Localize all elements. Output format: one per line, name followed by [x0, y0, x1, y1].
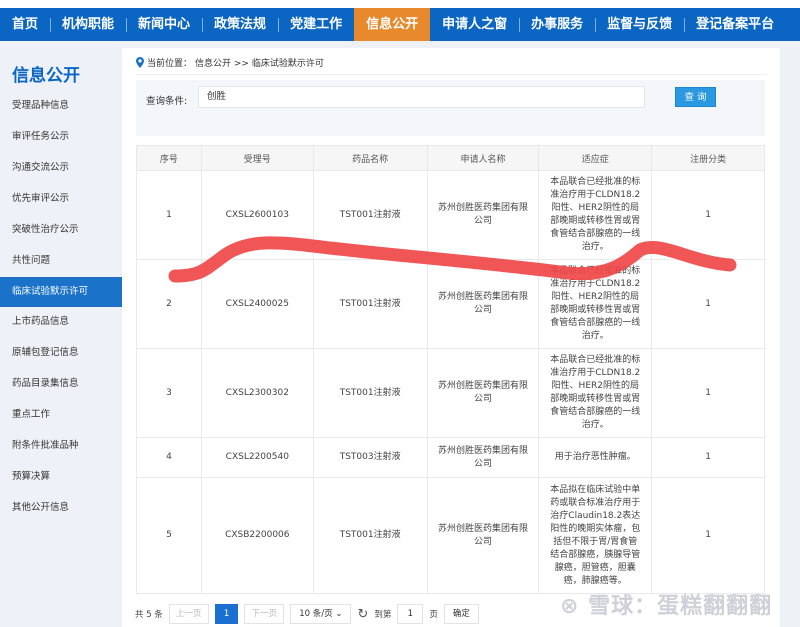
table-cell: 苏州创胜医药集团有限公司: [426, 437, 540, 478]
nav-item[interactable]: 监督与反馈: [595, 8, 684, 41]
search-label: 查询条件:: [146, 96, 188, 107]
main-nav: 首页 机构职能 新闻中心 政策法规 党建工作 信息公开 申请人之窗 办事服务 监督与反馈 登记备案…: [0, 8, 800, 41]
prev-page-button[interactable]: 上一页: [168, 604, 209, 624]
breadcrumb-label: 当前位置：: [147, 59, 193, 69]
sidebar-item[interactable]: 药品目录集信息: [0, 369, 122, 399]
search-button[interactable]: 查 询: [675, 87, 716, 107]
nav-item[interactable]: 政策法规: [202, 8, 278, 41]
table-cell: 1: [136, 170, 202, 260]
total-count: 共 5 条: [135, 610, 163, 620]
results-table: 序号 受理号 药品名称 申请人名称 适应症 注册分类 1 CXSL2600103 TST001…: [136, 145, 765, 594]
page-button-current[interactable]: 1: [214, 604, 239, 624]
main-content: 当前位置： 信息公开 >> 临床试验默示许可 查询条件: 创胜 查 询 序号 受理…: [122, 48, 780, 627]
table-cell: TST001注射液: [312, 348, 428, 438]
sidebar-item[interactable]: 临床试验默示许可: [0, 277, 122, 307]
table-cell: 苏州创胜医药集团有限公司: [426, 477, 540, 594]
sidebar: 信息公开 受理品种信息 审评任务公示 沟通交流公示 优先审评公示 突破性治疗公示 共性问题…: [0, 41, 122, 627]
sidebar-item[interactable]: 突破性治疗公示: [0, 215, 122, 245]
table-cell: TST001注射液: [312, 259, 428, 349]
sidebar-item[interactable]: 预算决算: [0, 462, 122, 492]
table-cell: 1: [651, 437, 765, 478]
table-row: 1 CXSL2600103 TST001注射液 苏州创胜医药集团有限公司 本品联合已经批…: [136, 170, 765, 260]
location-pin-icon: [136, 57, 144, 68]
nav-item[interactable]: 登记备案平台: [684, 8, 786, 41]
nav-item[interactable]: 首页: [0, 8, 50, 41]
table-cell: 苏州创胜医药集团有限公司: [426, 348, 540, 438]
table-cell: 苏州创胜医药集团有限公司: [426, 170, 540, 260]
nav-item[interactable]: 党建工作: [278, 8, 354, 41]
table-row: 5 CXSB2200006 TST001注射液 苏州创胜医药集团有限公司 本品拟在临床试…: [136, 477, 765, 594]
sidebar-item[interactable]: 审评任务公示: [0, 122, 122, 152]
table-cell: 1: [651, 259, 765, 349]
table-cell: 本品拟在临床试验中单药或联合标准治疗用于治疗Claudin18.2表达阳性的晚期…: [538, 477, 653, 594]
sidebar-item[interactable]: 共性问题: [0, 246, 122, 276]
table-cell: 本品联合已经批准的标准治疗用于CLDN18.2阳性、HER2阴性的局部晚期或转移…: [538, 259, 653, 349]
table-cell: CXSL2200540: [200, 437, 314, 478]
page-unit-label: 页: [429, 610, 438, 620]
nav-item[interactable]: 申请人之窗: [430, 8, 519, 41]
breadcrumb-path[interactable]: 信息公开 >> 临床试验默示许可: [195, 56, 324, 69]
pagination: 共 5 条 上一页 1 下一页 10 条/页 ⌄ ↻ 到第 1 页 确定: [135, 604, 479, 624]
sidebar-title: 信息公开: [12, 66, 80, 86]
table-cell: 1: [651, 477, 765, 594]
table-cell: TST001注射液: [312, 170, 428, 260]
column-header: 药品名称: [312, 145, 428, 171]
next-page-button[interactable]: 下一页: [244, 604, 285, 624]
table-cell: 2: [136, 259, 202, 349]
table-cell: 5: [136, 477, 202, 594]
table-cell: TST001注射液: [312, 477, 428, 594]
watermark: ⊗ 雪球：蛋糕翻翻翻: [560, 588, 772, 620]
search-input[interactable]: 创胜: [198, 86, 645, 108]
sidebar-item[interactable]: 其他公开信息: [0, 493, 122, 523]
goto-page-input[interactable]: 1: [397, 604, 424, 624]
nav-item[interactable]: 新闻中心: [126, 8, 202, 41]
column-header: 注册分类: [651, 145, 765, 171]
divider: [136, 74, 766, 75]
sidebar-item[interactable]: 优先审评公示: [0, 184, 122, 214]
chevron-down-icon: ⌄: [335, 609, 343, 619]
table-cell: 3: [136, 348, 202, 438]
column-header: 申请人名称: [426, 145, 540, 171]
table-cell: 1: [651, 170, 765, 260]
table-cell: 1: [651, 348, 765, 438]
sidebar-item[interactable]: 附条件批准品种: [0, 431, 122, 461]
table-row: 4 CXSL2200540 TST003注射液 苏州创胜医药集团有限公司 用于治疗恶性肿…: [136, 437, 765, 478]
search-panel: 查询条件: 创胜 查 询: [136, 80, 765, 136]
table-cell: 用于治疗恶性肿瘤。: [538, 437, 653, 478]
column-header: 序号: [136, 145, 202, 171]
sidebar-item[interactable]: 重点工作: [0, 400, 122, 430]
table-cell: CXSB2200006: [200, 477, 314, 594]
table-cell: 苏州创胜医药集团有限公司: [426, 259, 540, 349]
table-cell: CXSL2400025: [200, 259, 314, 349]
watermark-logo-icon: ⊗: [560, 594, 580, 619]
nav-item[interactable]: 信息公开: [354, 8, 431, 41]
goto-label: 到第: [374, 610, 392, 620]
sidebar-item[interactable]: 沟通交流公示: [0, 153, 122, 183]
table-cell: 4: [136, 437, 202, 478]
table-row: 2 CXSL2400025 TST001注射液 苏州创胜医药集团有限公司 本品联合已经批…: [136, 259, 765, 349]
table-row: 3 CXSL2300302 TST001注射液 苏州创胜医药集团有限公司 本品联合已经批…: [136, 348, 765, 438]
column-header: 适应症: [538, 145, 653, 171]
page-size-value: 10 条/页: [299, 609, 333, 619]
column-header: 受理号: [200, 145, 314, 171]
table-cell: 本品联合已经批准的标准治疗用于CLDN18.2阳性、HER2阴性的局部晚期或转移…: [538, 348, 653, 438]
nav-item[interactable]: 办事服务: [519, 8, 595, 41]
page-size-select[interactable]: 10 条/页 ⌄: [290, 604, 352, 624]
table-cell: 本品联合已经批准的标准治疗用于CLDN18.2阳性、HER2阴性的局部晚期或转移…: [538, 170, 653, 260]
watermark-text: 雪球：蛋糕翻翻翻: [588, 594, 773, 619]
confirm-button[interactable]: 确定: [443, 604, 479, 624]
sidebar-item[interactable]: 原辅包登记信息: [0, 338, 122, 368]
nav-item[interactable]: 机构职能: [50, 8, 126, 41]
table-cell: TST003注射液: [312, 437, 428, 478]
table-cell: CXSL2300302: [200, 348, 314, 438]
breadcrumb: 当前位置： 信息公开 >> 临床试验默示许可: [136, 56, 324, 69]
sidebar-item[interactable]: 受理品种信息: [0, 91, 122, 121]
refresh-icon[interactable]: ↻: [357, 607, 368, 622]
sidebar-item[interactable]: 上市药品信息: [0, 307, 122, 337]
table-cell: CXSL2600103: [200, 170, 314, 260]
top-strip: [0, 0, 800, 8]
